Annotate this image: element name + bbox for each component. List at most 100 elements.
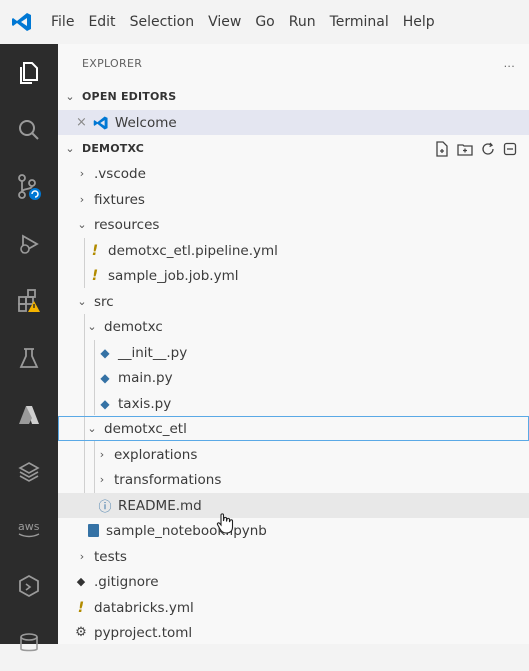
flask-icon <box>19 347 39 368</box>
search-activity[interactable] <box>0 101 58 158</box>
new-folder-icon[interactable] <box>457 141 473 157</box>
hexagon-icon <box>19 574 39 597</box>
run-debug-activity[interactable] <box>0 215 58 272</box>
tree-file-pyproject[interactable]: ⚙ pyproject.toml <box>58 620 529 645</box>
chevron-down-icon: ⌄ <box>65 142 75 155</box>
chevron-down-icon: ⌄ <box>87 320 97 333</box>
azure-activity[interactable] <box>0 386 58 443</box>
tree-item-label: pyproject.toml <box>94 624 193 641</box>
tree-item-label: taxis.py <box>118 395 172 412</box>
tree-item-label: demotxc_etl <box>104 420 187 437</box>
tree-folder-src[interactable]: ⌄ src <box>58 289 529 314</box>
menu-file[interactable]: File <box>44 14 81 30</box>
svg-text:aws: aws <box>18 520 40 533</box>
close-icon[interactable]: × <box>76 115 87 130</box>
explorer-header: EXPLORER ... <box>58 44 529 82</box>
open-editor-label: Welcome <box>114 114 177 131</box>
menu-help[interactable]: Help <box>396 14 442 30</box>
azure-icon <box>19 405 39 424</box>
vscode-logo-icon <box>0 0 44 44</box>
hand-cursor-icon <box>216 513 234 534</box>
explorer-activity[interactable] <box>0 44 58 101</box>
python-file-icon: ◆ <box>100 345 110 360</box>
menu-run[interactable]: Run <box>282 14 323 30</box>
aws-activity[interactable]: aws <box>0 500 58 557</box>
chevron-down-icon: ⌄ <box>87 422 97 435</box>
tree-file-gitignore[interactable]: ◆ .gitignore <box>58 569 529 594</box>
python-file-icon: ◆ <box>100 370 110 385</box>
menu-terminal[interactable]: Terminal <box>323 14 396 30</box>
tree-file-init-py[interactable]: ◆ __init__.py <box>58 340 529 365</box>
tree-folder-demotxc[interactable]: ⌄ demotxc <box>58 314 529 339</box>
databricks-activity[interactable] <box>0 443 58 500</box>
chevron-right-icon: › <box>79 167 85 180</box>
activity-bar: aws <box>0 44 58 651</box>
tree-file-notebook[interactable]: sample_notebook.ipynb <box>58 513 529 543</box>
extensions-icon <box>18 288 40 312</box>
chevron-down-icon: ⌄ <box>77 218 87 231</box>
tree-item-label: explorations <box>114 446 198 463</box>
chevron-down-icon: ⌄ <box>77 295 87 308</box>
testing-activity[interactable] <box>0 329 58 386</box>
tree-item-label: resources <box>94 216 160 233</box>
python-file-icon: ◆ <box>100 396 110 411</box>
files-icon <box>20 61 38 84</box>
tree-item-label: src <box>94 293 114 310</box>
tree-item-label: tests <box>94 548 127 565</box>
git-diamond-icon: ◆ <box>76 575 86 588</box>
open-editors-section[interactable]: ⌄ OPEN EDITORS <box>58 84 529 109</box>
database-icon <box>20 632 38 651</box>
aws-icon: aws <box>18 520 40 537</box>
tree-item-label: demotxc_etl.pipeline.yml <box>108 242 278 259</box>
tree-file-taxis-py[interactable]: ◆ taxis.py <box>58 391 529 416</box>
tree-item-label: sample_notebook.ipynb <box>106 522 267 539</box>
tree-item-label: __init__.py <box>118 344 188 361</box>
tree-file-job-yml[interactable]: ! sample_job.job.yml <box>58 263 529 288</box>
menu-selection[interactable]: Selection <box>123 14 202 30</box>
tree-folder-vscode[interactable]: › .vscode <box>58 161 529 186</box>
open-editor-welcome[interactable]: × Welcome <box>58 110 529 135</box>
yaml-file-icon: ! <box>91 242 99 259</box>
tree-folder-demotxc-etl[interactable]: ⌄ demotxc_etl <box>58 416 529 441</box>
chevron-right-icon: › <box>79 550 85 563</box>
menu-bar: File Edit Selection View Go Run Terminal… <box>44 14 442 30</box>
refresh-icon[interactable] <box>481 142 495 156</box>
source-control-activity[interactable] <box>0 158 58 215</box>
workspace-toolbar <box>435 140 517 157</box>
menu-edit[interactable]: Edit <box>81 14 122 30</box>
tree-file-pipeline-yml[interactable]: ! demotxc_etl.pipeline.yml <box>58 238 529 263</box>
workspace-section[interactable]: ⌄ DEMOTXC <box>58 136 529 161</box>
workspace-label: DEMOTXC <box>82 142 145 155</box>
notebook-file-icon <box>86 524 100 537</box>
tree-item-label: transformations <box>114 471 222 488</box>
menu-view[interactable]: View <box>201 14 248 30</box>
more-actions-button[interactable]: ... <box>504 57 515 70</box>
tree-file-readme[interactable]: ⓘ README.md <box>58 493 529 518</box>
tree-folder-resources[interactable]: ⌄ resources <box>58 212 529 237</box>
source-control-icon <box>18 173 41 200</box>
tree-folder-tests[interactable]: › tests <box>58 544 529 569</box>
tree-item-label: .vscode <box>94 165 146 182</box>
tree-folder-transformations[interactable]: › transformations <box>58 467 529 492</box>
chevron-right-icon: › <box>79 193 85 206</box>
chevron-right-icon: › <box>99 473 105 486</box>
new-file-icon[interactable] <box>435 140 449 157</box>
database-activity[interactable] <box>0 614 58 671</box>
tree-item-label: databricks.yml <box>94 599 194 616</box>
tree-file-main-py[interactable]: ◆ main.py <box>58 365 529 390</box>
chevron-right-icon: › <box>99 448 105 461</box>
tree-folder-explorations[interactable]: › explorations <box>58 442 529 467</box>
chevron-down-icon: ⌄ <box>65 90 75 103</box>
menu-go[interactable]: Go <box>248 14 281 30</box>
vscode-logo-icon <box>93 115 108 130</box>
extensions-activity[interactable] <box>0 272 58 329</box>
explorer-sidebar: EXPLORER ... ⌄ OPEN EDITORS × Welcome ⌄ … <box>58 44 529 644</box>
tree-item-label: demotxc <box>104 318 163 335</box>
tree-item-label: README.md <box>118 497 202 514</box>
remote-activity[interactable] <box>0 557 58 614</box>
tree-folder-fixtures[interactable]: › fixtures <box>58 187 529 212</box>
tree-file-databricks-yml[interactable]: ! databricks.yml <box>58 595 529 620</box>
explorer-title: EXPLORER <box>82 56 143 70</box>
collapse-all-icon[interactable] <box>503 142 517 156</box>
open-editors-label: OPEN EDITORS <box>82 90 177 103</box>
